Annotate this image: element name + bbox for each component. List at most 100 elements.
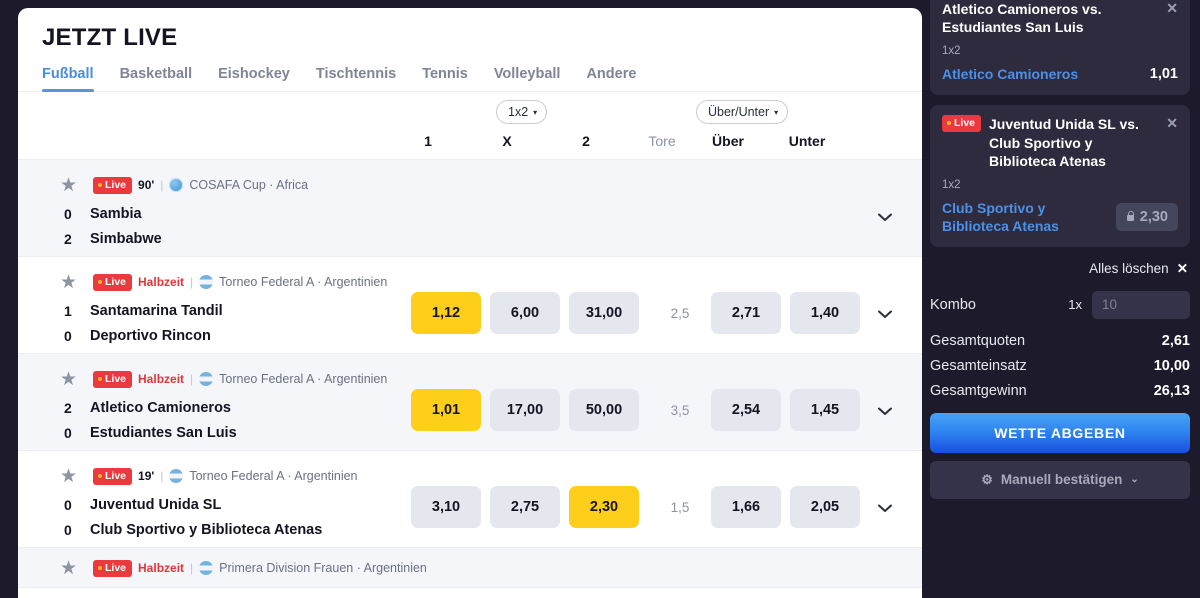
column-header-ueber: Über xyxy=(712,133,744,149)
market-select-1x2[interactable]: 1x2 ▾ xyxy=(496,100,548,124)
page-title: JETZT LIVE xyxy=(42,24,178,51)
place-bet-button[interactable]: WETTE ABGEBEN xyxy=(930,412,1190,453)
tab-andere[interactable]: Andere xyxy=(586,66,636,91)
away-team-name: Club Sportivo y Biblioteca Atenas xyxy=(90,521,323,538)
argentina-flag-icon xyxy=(199,275,214,290)
column-header-1: 1 xyxy=(424,133,432,149)
home-team-line: 1 Santamarina Tandil xyxy=(64,298,223,323)
table-row[interactable]: ★ Live Halbzeit | Primera Division Fraue… xyxy=(18,548,922,588)
away-score: 0 xyxy=(64,424,72,441)
column-header-2: 2 xyxy=(582,133,590,149)
kombo-label: Kombo xyxy=(930,296,976,313)
clear-all-label[interactable]: Alles löschen xyxy=(1089,261,1169,276)
chevron-down-icon: ▾ xyxy=(533,107,538,117)
tab-tischtennis[interactable]: Tischtennis xyxy=(316,66,396,91)
close-icon[interactable]: ✕ xyxy=(1166,0,1178,17)
odd-button-ueber[interactable]: 2,54 xyxy=(711,389,781,431)
summary-label: Gesamtgewinn xyxy=(930,382,1027,399)
league-label: Torneo Federal A · Argentinien xyxy=(189,469,358,484)
live-dot-icon xyxy=(98,566,102,571)
away-team-name: Deportivo Rincon xyxy=(90,327,211,344)
live-dot-icon xyxy=(98,280,102,285)
table-row[interactable]: ★ Live 19' | Torneo Federal A · Argentin… xyxy=(18,451,922,548)
match-meta: Live 90' | COSAFA Cup · Africa xyxy=(93,177,308,194)
tab-volleyball[interactable]: Volleyball xyxy=(494,66,561,91)
live-dot-icon xyxy=(98,183,102,188)
odd-button-unter[interactable]: 1,40 xyxy=(790,292,860,334)
close-icon[interactable]: ✕ xyxy=(1166,115,1178,132)
away-team-line: 0 Deportivo Rincon xyxy=(64,323,223,348)
summary-label: Gesamteinsatz xyxy=(930,357,1027,374)
match-teams: 1 Santamarina Tandil 0 Deportivo Rincon xyxy=(64,298,223,348)
odd-button-ueber[interactable]: 2,71 xyxy=(711,292,781,334)
match-meta: Live Halbzeit | Torneo Federal A · Argen… xyxy=(93,371,387,388)
odd-button-unter[interactable]: 1,45 xyxy=(790,389,860,431)
tab-fussball[interactable]: Fußball xyxy=(42,66,94,92)
status-badge: Live xyxy=(93,560,133,577)
market-select-overunder-label: Über/Unter xyxy=(708,105,770,119)
lock-icon xyxy=(1126,211,1135,222)
star-icon[interactable]: ★ xyxy=(60,370,78,389)
betslip-item-pick[interactable]: Club Sportivo y Biblioteca Atenas xyxy=(942,199,1108,235)
expand-match-icon[interactable] xyxy=(874,303,896,325)
expand-match-icon[interactable] xyxy=(874,497,896,519)
odd-button-1[interactable]: 1,01 xyxy=(411,389,481,431)
betslip-item-odd-locked: 2,30 xyxy=(1115,202,1178,231)
kombo-multiplier: 1x xyxy=(1068,297,1082,313)
betslip-item-title: Atletico Camioneros vs. Estudiantes San … xyxy=(942,1,1102,36)
status-badge: Live xyxy=(942,115,982,132)
betslip-inner: Atletico Camioneros vs. Estudiantes San … xyxy=(930,0,1190,562)
clear-all-row[interactable]: Alles löschen ✕ xyxy=(930,261,1188,277)
match-teams: 0 Sambia 2 Simbabwe xyxy=(64,201,162,251)
match-teams: 2 Atletico Camioneros 0 Estudiantes San … xyxy=(64,395,237,445)
betslip-item-title: Juventud Unida SL vs. Club Sportivo y Bi… xyxy=(989,116,1139,170)
odd-button-ueber[interactable]: 1,66 xyxy=(711,486,781,528)
stake-input[interactable] xyxy=(1092,290,1190,319)
star-icon[interactable]: ★ xyxy=(60,273,78,292)
manual-confirm-button[interactable]: ⚙ Manuell bestätigen ⌄ xyxy=(930,460,1190,499)
odd-button-2[interactable]: 2,30 xyxy=(569,486,639,528)
table-row[interactable]: ★ Live 90' | COSAFA Cup · Africa 0 Sambi… xyxy=(18,160,922,257)
live-label: Live xyxy=(105,179,127,191)
odd-button-x[interactable]: 2,75 xyxy=(490,486,560,528)
live-label: Live xyxy=(954,117,976,130)
tab-basketball[interactable]: Basketball xyxy=(120,66,193,91)
tab-eishockey[interactable]: Eishockey xyxy=(218,66,290,91)
market-select-overunder[interactable]: Über/Unter ▾ xyxy=(696,100,789,124)
league-label: Torneo Federal A · Argentinien xyxy=(219,372,388,387)
sport-tabs: Fußball Basketball Eishockey Tischtennis… xyxy=(18,52,922,92)
argentina-flag-icon xyxy=(199,561,214,576)
divider: | xyxy=(160,178,164,193)
live-label: Live xyxy=(105,470,127,482)
summary-value: 10,00 xyxy=(1153,357,1190,374)
star-icon[interactable]: ★ xyxy=(60,467,78,486)
expand-match-icon[interactable] xyxy=(874,206,896,228)
star-icon[interactable]: ★ xyxy=(60,176,78,195)
match-minute: Halbzeit xyxy=(138,372,185,387)
odd-button-x[interactable]: 17,00 xyxy=(490,389,560,431)
home-team-name: Santamarina Tandil xyxy=(90,302,223,319)
live-label: Live xyxy=(105,562,127,574)
betslip-item-market: 1x2 xyxy=(942,44,961,57)
odd-button-x[interactable]: 6,00 xyxy=(490,292,560,334)
betslip-item-odd: 2,30 xyxy=(1139,208,1168,225)
odd-button-2[interactable]: 50,00 xyxy=(569,389,639,431)
odd-button-1[interactable]: 1,12 xyxy=(411,292,481,334)
table-row[interactable]: ★ Live Halbzeit | Torneo Federal A · Arg… xyxy=(18,354,922,451)
close-icon[interactable]: ✕ xyxy=(1177,261,1188,277)
table-row[interactable]: ★ Live Halbzeit | Torneo Federal A · Arg… xyxy=(18,257,922,354)
away-team-name: Simbabwe xyxy=(90,230,162,247)
home-score: 1 xyxy=(64,302,72,319)
summary-label: Gesamtquoten xyxy=(930,332,1026,349)
odd-button-2[interactable]: 31,00 xyxy=(569,292,639,334)
star-icon[interactable]: ★ xyxy=(60,559,78,578)
odd-button-unter[interactable]: 2,05 xyxy=(790,486,860,528)
status-badge: Live xyxy=(93,274,133,291)
match-minute: Halbzeit xyxy=(138,275,185,290)
betslip-item-pick[interactable]: Atletico Camioneros xyxy=(942,65,1078,83)
tab-tennis[interactable]: Tennis xyxy=(422,66,468,91)
expand-match-icon[interactable] xyxy=(874,400,896,422)
odd-button-1[interactable]: 3,10 xyxy=(411,486,481,528)
home-team-line: 0 Juventud Unida SL xyxy=(64,492,322,517)
divider: | xyxy=(160,469,164,484)
